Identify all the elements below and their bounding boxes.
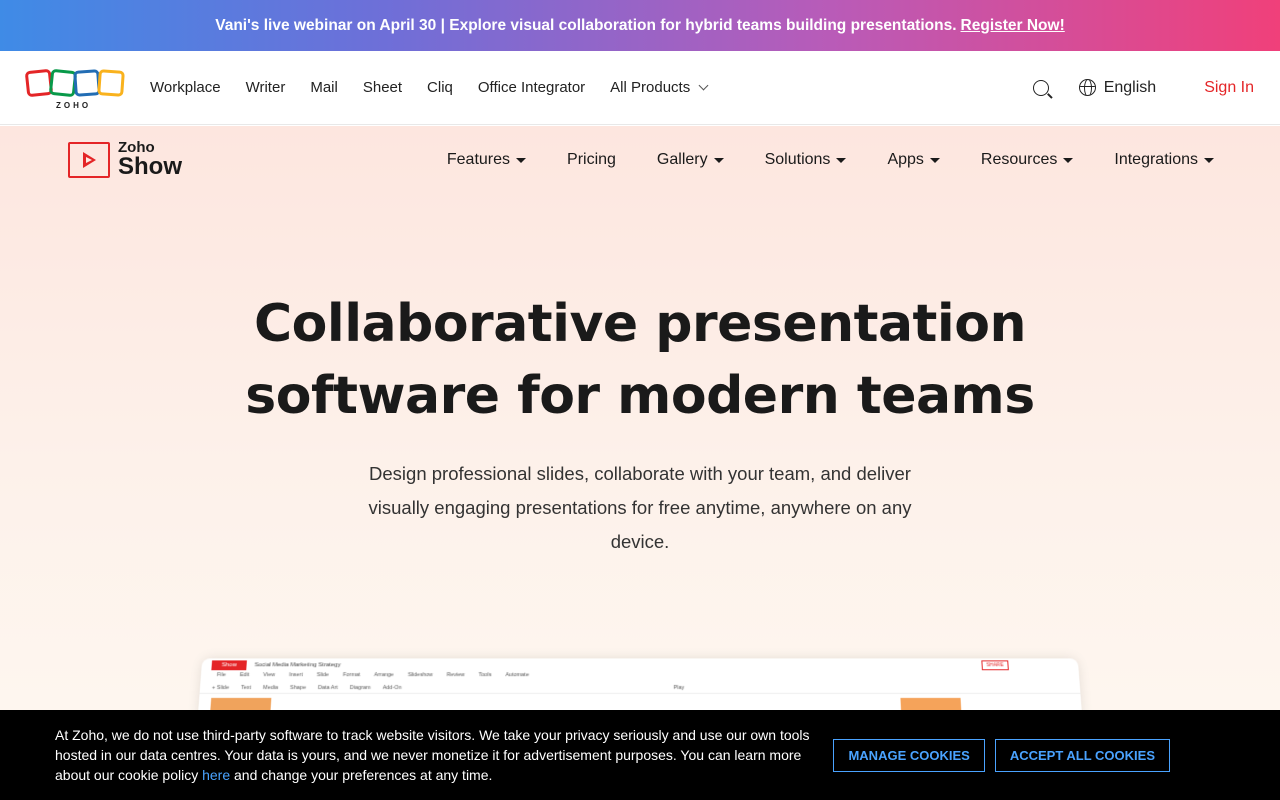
product-links: Workplace Writer Mail Sheet Cliq Office … [150, 79, 732, 96]
show-product-nav: Zoho Show Features Pricing Gallery Solut… [0, 126, 1280, 194]
nav-link-workplace[interactable]: Workplace [150, 79, 221, 96]
menu-integrations-label: Integrations [1114, 151, 1198, 168]
preview-menu-item: Arrange [374, 672, 394, 679]
brand-bottom: Show [118, 153, 182, 180]
zoho-top-nav: ZOHO Workplace Writer Mail Sheet Cliq Of… [0, 51, 1280, 125]
preview-toolbar: + Slide Text Media Shape Data Art Diagra… [199, 682, 1081, 694]
menu-resources[interactable]: Resources [980, 151, 1074, 169]
manage-cookies-button[interactable]: MANAGE COOKIES [833, 738, 985, 772]
zoho-show-logo[interactable]: Zoho Show [68, 140, 182, 180]
zoho-logo[interactable]: ZOHO [24, 66, 126, 110]
chevron-down-icon [698, 80, 709, 91]
menu-features-label: Features [446, 151, 511, 168]
menu-gallery[interactable]: Gallery [657, 151, 724, 169]
show-play-icon [68, 142, 110, 178]
hero-title-line1: Collaborative presentation [253, 294, 1027, 354]
menu-apps-label: Apps [887, 151, 924, 168]
preview-doc-title: Social Media Marketing Strategy [254, 662, 341, 669]
caret-down-icon [836, 157, 847, 163]
nav-link-cliq[interactable]: Cliq [427, 79, 453, 96]
app-preview-image: Show Social Media Marketing Strategy SHA… [197, 658, 1083, 718]
preview-menu-item: Automate [505, 672, 530, 679]
hero-title: Collaborative presentation software for … [0, 288, 1280, 432]
search-icon[interactable] [1032, 79, 1049, 96]
language-selector[interactable]: English [1104, 79, 1156, 97]
zoho-logo-text: ZOHO [56, 100, 92, 110]
cookie-policy-link[interactable]: here [202, 767, 230, 783]
preview-share-button: SHARE [981, 660, 1009, 671]
top-nav-right: English Sign In [1032, 79, 1254, 97]
cookie-message-end: and change your preferences at any time. [230, 767, 493, 783]
cookie-actions: MANAGE COOKIES ACCEPT ALL COOKIES [833, 738, 1170, 772]
nav-link-mail[interactable]: Mail [310, 79, 338, 96]
menu-resources-label: Resources [980, 151, 1058, 168]
caret-down-icon [929, 157, 940, 163]
all-products-label: All Products [610, 79, 691, 96]
hero-title-line2: software for modern teams [245, 366, 1035, 426]
nav-link-writer[interactable]: Writer [246, 79, 286, 96]
caret-down-icon [713, 157, 724, 163]
logo-square-blue [73, 68, 101, 97]
preview-menu-item: File [216, 672, 227, 679]
preview-menu-item: Slideshow [407, 672, 433, 679]
nav-link-office-integrator[interactable]: Office Integrator [478, 79, 585, 96]
preview-tool: Data Art [317, 684, 339, 691]
preview-tool: Add-On [382, 684, 402, 691]
preview-menu-item: Review [446, 672, 465, 679]
cookie-banner: At Zoho, we do not use third-party softw… [0, 710, 1280, 800]
preview-tool: Text [240, 684, 252, 691]
hero-section: Zoho Show Features Pricing Gallery Solut… [0, 126, 1280, 800]
preview-menu-item: Tools [478, 672, 492, 679]
promo-banner: Vani's live webinar on April 30 | Explor… [0, 0, 1280, 51]
preview-menu-item: Insert [288, 672, 303, 679]
preview-menu-item: Format [342, 672, 361, 679]
menu-pricing[interactable]: Pricing [567, 151, 616, 169]
caret-down-icon [1204, 157, 1214, 163]
banner-text: Vani's live webinar on April 30 | Explor… [215, 16, 957, 34]
preview-tool: Shape [289, 684, 307, 691]
menu-integrations[interactable]: Integrations [1114, 151, 1214, 169]
logo-square-yellow [97, 68, 125, 97]
menu-features[interactable]: Features [446, 151, 527, 169]
nav-link-sheet[interactable]: Sheet [363, 79, 402, 96]
menu-apps[interactable]: Apps [887, 151, 940, 169]
sign-in-link[interactable]: Sign In [1204, 79, 1254, 97]
preview-menubar: File Edit View Insert Slide Format Arran… [200, 672, 1079, 682]
hero-subtitle: Design professional slides, collaborate … [368, 463, 912, 552]
menu-solutions[interactable]: Solutions [765, 151, 847, 169]
register-now-link[interactable]: Register Now! [961, 17, 1065, 35]
preview-tool: Media [262, 684, 279, 691]
preview-menu-item: View [263, 672, 276, 679]
preview-tool: + Slide [211, 684, 230, 691]
preview-tool: Play [673, 684, 685, 691]
preview-menu-item: Slide [316, 672, 330, 679]
menu-solutions-label: Solutions [764, 151, 831, 168]
caret-down-icon [516, 157, 527, 163]
preview-tool: Diagram [349, 684, 371, 691]
nav-link-all-products[interactable]: All Products [610, 79, 709, 96]
cookie-message: At Zoho, we do not use third-party softw… [55, 725, 815, 785]
menu-gallery-label: Gallery [656, 151, 708, 168]
menu-pricing-label: Pricing [567, 151, 616, 168]
accept-all-cookies-button[interactable]: ACCEPT ALL COOKIES [994, 738, 1170, 772]
show-menu: Features Pricing Gallery Solutions Apps … [406, 151, 1214, 169]
caret-down-icon [1063, 157, 1074, 163]
globe-icon [1078, 79, 1096, 96]
preview-titlebar: Show Social Media Marketing Strategy SHA… [201, 658, 1079, 672]
preview-menu-item: Edit [239, 672, 250, 679]
preview-app-label: Show [211, 660, 247, 671]
